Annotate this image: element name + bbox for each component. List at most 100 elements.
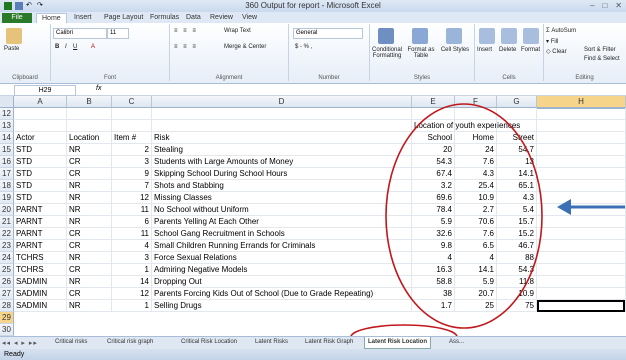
cell-d[interactable]: Risk: [152, 132, 412, 144]
cell-c[interactable]: [112, 120, 152, 132]
fill-button[interactable]: ▾ Fill: [546, 38, 558, 45]
cell-h[interactable]: [537, 132, 626, 144]
italic-icon[interactable]: I: [65, 44, 67, 50]
justify-icons[interactable]: ≡ ≡ ≡: [174, 44, 198, 50]
cell-d[interactable]: Stealing: [152, 144, 412, 156]
sheet-tab-critical-risks[interactable]: Critical risks: [52, 337, 90, 348]
cell-a[interactable]: [14, 120, 67, 132]
autosum-button[interactable]: Σ AutoSum: [546, 28, 576, 34]
sheet-tab-latent-risk-graph[interactable]: Latent Risk Graph: [302, 337, 356, 348]
sheet-tab-critical-risk-graph[interactable]: Critical risk graph: [104, 337, 156, 348]
cell-h[interactable]: [537, 252, 626, 264]
font-size-select[interactable]: 11: [107, 28, 129, 39]
align-icons[interactable]: ≡ ≡ ≡: [174, 28, 198, 34]
sort-filter-button[interactable]: Sort & Filter: [584, 47, 616, 53]
cell-b[interactable]: CR: [67, 264, 112, 276]
font-color-icon[interactable]: A: [91, 44, 95, 50]
cell-d[interactable]: Missing Classes: [152, 192, 412, 204]
row-header[interactable]: 23: [0, 240, 14, 252]
cell-h[interactable]: [537, 228, 626, 240]
cell-h[interactable]: [537, 264, 626, 276]
wrap-text-button[interactable]: Wrap Text: [224, 28, 251, 34]
cell-a[interactable]: SADMIN: [14, 300, 67, 312]
column-header-d[interactable]: D: [152, 96, 412, 108]
row-header[interactable]: 30: [0, 324, 14, 336]
cell-a[interactable]: PARNT: [14, 240, 67, 252]
cell-c[interactable]: 11: [112, 228, 152, 240]
cell-a[interactable]: TCHRS: [14, 252, 67, 264]
row-header[interactable]: 18: [0, 180, 14, 192]
fx-icon[interactable]: fx: [96, 85, 101, 92]
cell-b[interactable]: NR: [67, 144, 112, 156]
tab-page-layout[interactable]: Page Layout: [104, 13, 143, 23]
cell-a[interactable]: TCHRS: [14, 264, 67, 276]
cell-a[interactable]: PARNT: [14, 204, 67, 216]
currency-icon[interactable]: $ - % ,: [295, 44, 312, 50]
cell-a[interactable]: [14, 108, 67, 120]
sheet-tab-latent-risks[interactable]: Latent Risks: [252, 337, 291, 348]
cell-c[interactable]: 11: [112, 204, 152, 216]
cell-c[interactable]: 12: [112, 288, 152, 300]
cell-c[interactable]: 3: [112, 156, 152, 168]
row-header[interactable]: 19: [0, 192, 14, 204]
column-header-b[interactable]: B: [67, 96, 112, 108]
cell-c[interactable]: 2: [112, 144, 152, 156]
cell-d[interactable]: Admiring Negative Models: [152, 264, 412, 276]
cell-c[interactable]: 7: [112, 180, 152, 192]
cell-a[interactable]: STD: [14, 144, 67, 156]
cell-h[interactable]: [537, 156, 626, 168]
cell-c[interactable]: 4: [112, 240, 152, 252]
font-name-select[interactable]: Calibri: [53, 28, 107, 39]
cell-h[interactable]: [537, 288, 626, 300]
conditional-formatting-icon[interactable]: [378, 28, 394, 44]
sheet-tab-critical-risk-location[interactable]: Critical Risk Location: [178, 337, 240, 348]
cell-b[interactable]: CR: [67, 240, 112, 252]
maximize-icon[interactable]: □: [602, 1, 607, 10]
cell-c[interactable]: 3: [112, 252, 152, 264]
cell-b[interactable]: CR: [67, 228, 112, 240]
tab-file[interactable]: File: [2, 13, 32, 23]
cell-h[interactable]: [537, 240, 626, 252]
row-header[interactable]: 17: [0, 168, 14, 180]
row-header[interactable]: 29: [0, 312, 14, 324]
cell-h[interactable]: [537, 120, 626, 132]
sheet-tab-latent-risk-location[interactable]: Latent Risk Location: [364, 337, 432, 349]
cell-c[interactable]: 14: [112, 276, 152, 288]
cell-a[interactable]: STD: [14, 168, 67, 180]
row-header[interactable]: 28: [0, 300, 14, 312]
row-header[interactable]: 20: [0, 204, 14, 216]
cell-a[interactable]: STD: [14, 192, 67, 204]
cell-b[interactable]: NR: [67, 300, 112, 312]
cell-d[interactable]: School Gang Recruitment in Schools: [152, 228, 412, 240]
row-header[interactable]: 13: [0, 120, 14, 132]
cell-d[interactable]: Parents Forcing Kids Out of School (Due …: [152, 288, 412, 300]
cell-b[interactable]: CR: [67, 168, 112, 180]
cell-h[interactable]: [537, 180, 626, 192]
cell-d[interactable]: No School without Uniform: [152, 204, 412, 216]
cell-c[interactable]: 12: [112, 192, 152, 204]
cell-h[interactable]: [537, 276, 626, 288]
name-box[interactable]: H29: [14, 85, 76, 96]
cell-a[interactable]: PARNT: [14, 216, 67, 228]
column-header-c[interactable]: C: [112, 96, 152, 108]
cell-d[interactable]: [152, 120, 412, 132]
cell-b[interactable]: NR: [67, 180, 112, 192]
bold-icon[interactable]: B: [55, 44, 59, 50]
column-header-h[interactable]: H: [537, 96, 626, 108]
underline-icon[interactable]: U: [73, 44, 77, 50]
cell-b[interactable]: [67, 108, 112, 120]
cell-a[interactable]: SADMIN: [14, 288, 67, 300]
cell-d[interactable]: Skipping School During School Hours: [152, 168, 412, 180]
cell-a[interactable]: SADMIN: [14, 276, 67, 288]
row-header[interactable]: 22: [0, 228, 14, 240]
formula-input[interactable]: [110, 85, 622, 94]
row-header[interactable]: 15: [0, 144, 14, 156]
cell-b[interactable]: CR: [67, 288, 112, 300]
cell-b[interactable]: [67, 120, 112, 132]
tab-data[interactable]: Data: [186, 13, 201, 23]
cell-b[interactable]: CR: [67, 156, 112, 168]
row-header[interactable]: 12: [0, 108, 14, 120]
cell-b[interactable]: NR: [67, 216, 112, 228]
row-header[interactable]: 24: [0, 252, 14, 264]
cell-d[interactable]: Dropping Out: [152, 276, 412, 288]
